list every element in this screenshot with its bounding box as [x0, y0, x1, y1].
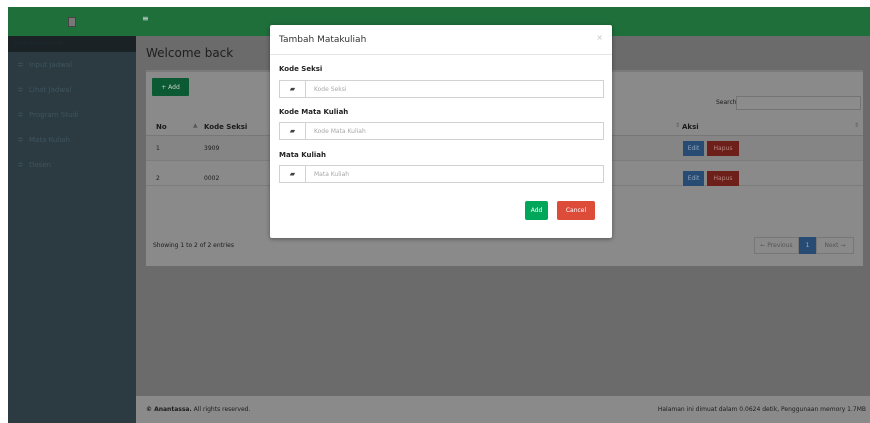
sidebar: MAIN NAVIGATION ≑ Input Jadwal ≑ Lihat J…	[8, 7, 136, 423]
modal-header: Tambah Matakuliah ×	[270, 25, 612, 55]
logo-icon	[68, 16, 76, 27]
arrows-icon: ≑	[17, 85, 24, 94]
mata-kuliah-input[interactable]	[306, 166, 603, 182]
sidebar-item-label: Input Jadwal	[29, 60, 73, 69]
book-icon: ▰	[280, 166, 306, 182]
add-course-modal: Tambah Matakuliah × Kode Seksi ▰ Kode Ma…	[270, 25, 612, 238]
add-button[interactable]: + Add	[152, 78, 189, 96]
sort-icon: ⇕	[854, 122, 860, 129]
book-icon: ▰	[280, 123, 306, 139]
kode-seksi-label: Kode Seksi	[279, 65, 323, 73]
sidebar-item-label: Program Studi	[29, 110, 79, 119]
sidebar-item-mata-kuliah[interactable]: ≑ Mata Kuliah	[8, 127, 136, 152]
kode-mata-kuliah-input[interactable]	[306, 123, 603, 139]
search-input[interactable]	[736, 96, 861, 110]
column-header-kode-seksi[interactable]: Kode Seksi	[204, 123, 247, 131]
sort-icon: ⇕	[675, 122, 681, 129]
arrows-icon: ≑	[17, 110, 24, 119]
sidebar-item-program-studi[interactable]: ≑ Program Studi	[8, 102, 136, 127]
close-icon[interactable]: ×	[596, 33, 603, 42]
edit-button[interactable]: Edit	[683, 171, 704, 186]
modal-title: Tambah Matakuliah	[279, 35, 367, 45]
footer-copyright: © Anantassa. All rights reserved.	[146, 406, 250, 413]
next-page-button[interactable]: Next →	[816, 237, 854, 254]
kode-seksi-field: ▰	[279, 80, 604, 98]
column-header-no[interactable]: No	[156, 123, 167, 131]
top-strip	[0, 0, 870, 7]
modal-cancel-button[interactable]: Cancel	[557, 201, 595, 220]
modal-add-button[interactable]: Add	[525, 201, 548, 220]
edit-button[interactable]: Edit	[683, 141, 704, 156]
table-info: Showing 1 to 2 of 2 entries	[153, 242, 234, 249]
page-1-button[interactable]: 1	[799, 237, 816, 254]
sidebar-logo[interactable]	[8, 7, 136, 36]
kode-seksi-input[interactable]	[306, 81, 603, 97]
column-header-aksi[interactable]: Aksi	[682, 123, 699, 131]
kode-mata-kuliah-label: Kode Mata Kuliah	[279, 108, 349, 116]
cell-no: 2	[156, 175, 160, 182]
delete-button[interactable]: Hapus	[707, 141, 739, 156]
delete-button[interactable]: Hapus	[707, 171, 739, 186]
page-title: Welcome back	[146, 46, 234, 60]
footer-brand[interactable]: © Anantassa.	[146, 406, 192, 413]
hamburger-icon[interactable]: ≡	[142, 15, 150, 23]
sidebar-item-label: Lihat Jadwal	[29, 85, 72, 94]
book-icon: ▰	[280, 81, 306, 97]
cell-kode-seksi: 3909	[204, 145, 220, 152]
footer-rights: All rights reserved.	[191, 406, 251, 413]
sort-asc-icon: ▲	[193, 122, 198, 129]
cell-no: 1	[156, 145, 160, 152]
cell-kode-seksi: 0002	[204, 175, 220, 182]
sidebar-item-dosen[interactable]: ≑ Dosen	[8, 152, 136, 177]
sidebar-item-label: Mata Kuliah	[29, 135, 70, 144]
footer: © Anantassa. All rights reserved. Halama…	[136, 396, 870, 423]
sidebar-item-lihat-jadwal[interactable]: ≑ Lihat Jadwal	[8, 77, 136, 102]
arrows-icon: ≑	[17, 160, 24, 169]
mata-kuliah-field: ▰	[279, 165, 604, 183]
pagination: ← Previous 1 Next →	[754, 237, 854, 254]
footer-page-stats: Halaman ini dimuat dalam 0.0624 detik, P…	[657, 406, 866, 413]
mata-kuliah-label: Mata Kuliah	[279, 151, 326, 159]
sidebar-item-label: Dosen	[29, 160, 52, 169]
kode-mata-kuliah-field: ▰	[279, 122, 604, 140]
arrows-icon: ≑	[17, 60, 24, 69]
previous-page-button[interactable]: ← Previous	[754, 237, 799, 254]
sidebar-item-input-jadwal[interactable]: ≑ Input Jadwal	[8, 52, 136, 77]
arrows-icon: ≑	[17, 135, 24, 144]
sidebar-header: MAIN NAVIGATION	[8, 36, 136, 52]
